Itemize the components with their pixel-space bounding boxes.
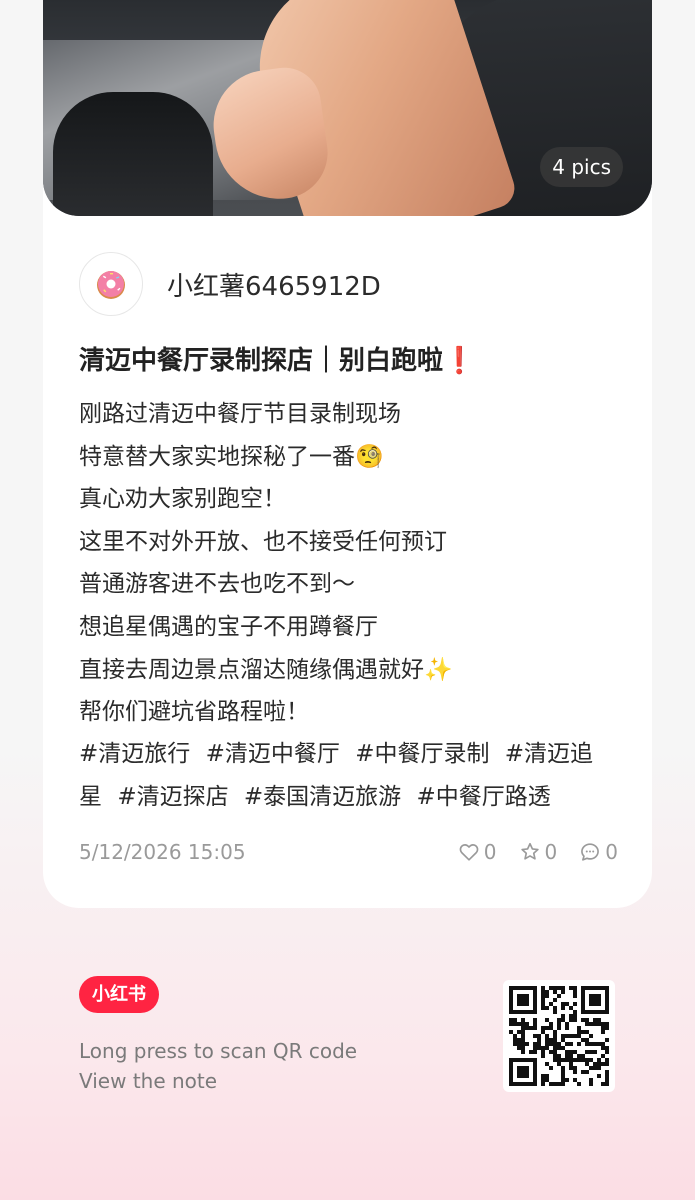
scan-hint-line1: Long press to scan QR code [79, 1039, 358, 1063]
like-button[interactable]: 0 [458, 840, 497, 864]
note-body: 刚路过清迈中餐厅节目录制现场 特意替大家实地探秘了一番🧐 真心劝大家别跑空！ 这… [79, 393, 624, 734]
hashtag-link[interactable]: #清迈探店 [117, 784, 228, 810]
comment-count: 0 [605, 840, 618, 864]
scan-hint-line2: View the note [79, 1069, 218, 1093]
photo-vent [53, 92, 213, 216]
comment-button[interactable]: 0 [579, 840, 618, 864]
qr-code-icon [509, 986, 609, 1086]
body-line: 真心劝大家别跑空！ [79, 486, 286, 513]
heart-icon [459, 844, 479, 861]
engagement-stats: 0 0 0 [436, 834, 618, 870]
image-count-badge: 4 pics [540, 147, 623, 187]
body-line: 刚路过清迈中餐厅节目录制现场 [79, 401, 401, 427]
body-line: 想追星偶遇的宝子不用蹲餐厅 [79, 613, 378, 640]
hashtag-link[interactable]: #泰国清迈旅游 [244, 784, 401, 810]
body-line: 帮你们避坑省路程啦！ [79, 699, 309, 726]
hashtag-link[interactable]: #清迈旅行 [79, 741, 190, 767]
hashtag-link[interactable]: #中餐厅路透 [417, 784, 551, 810]
post-timestamp: 5/12/2026 15:05 [79, 840, 246, 864]
star-icon [520, 842, 539, 860]
avatar[interactable] [79, 252, 143, 316]
tag-list: #清迈旅行 #清迈中餐厅 #中餐厅录制 #清迈追星 #清迈探店 #泰国清迈旅游 … [79, 733, 624, 819]
note-title: 清迈中餐厅录制探店｜别白跑啦❗️ [79, 346, 476, 376]
brand-logo: 小红书 [79, 976, 159, 1013]
donut-icon [97, 271, 125, 299]
note-meta-row: 5/12/2026 15:05 0 0 0 [79, 834, 618, 870]
collect-button[interactable]: 0 [519, 840, 558, 864]
note-cover-image[interactable]: 4 pics [43, 0, 652, 216]
hashtag-link[interactable]: #中餐厅录制 [355, 741, 489, 767]
qr-code[interactable] [503, 980, 615, 1092]
comment-icon [581, 843, 600, 861]
body-line: 特意替大家实地探秘了一番🧐 [79, 443, 384, 470]
body-line: 直接去周边景点溜达随缘偶遇就好✨ [79, 656, 453, 683]
body-line: 这里不对外开放、也不接受任何预订 [79, 528, 447, 555]
hashtag-link[interactable]: #清迈中餐厅 [206, 741, 340, 767]
like-count: 0 [483, 840, 497, 864]
author-row[interactable]: 小红薯6465912D [79, 252, 381, 316]
author-name[interactable]: 小红薯6465912D [167, 266, 381, 303]
collect-count: 0 [544, 840, 558, 864]
scan-hint: Long press to scan QR code View the note [79, 1036, 357, 1096]
body-line: 普通游客进不去也吃不到～ [79, 571, 355, 598]
note-card: 4 pics 小红薯6465912D 清迈中餐厅录制探店｜别白跑啦❗️ 刚路过清… [43, 0, 652, 908]
